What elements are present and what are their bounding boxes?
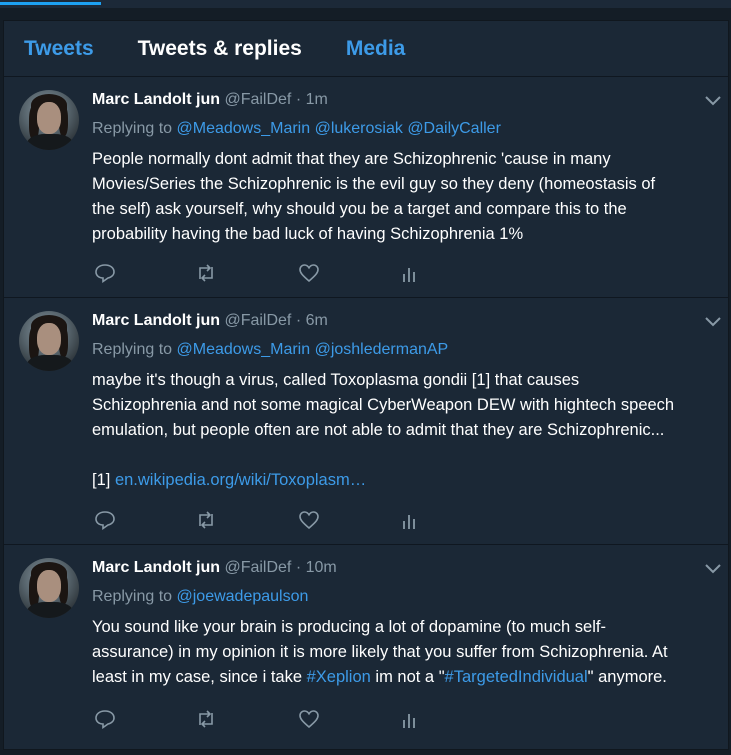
tweet-text: You sound like your brain is producing a… <box>92 615 714 690</box>
chevron-down-icon[interactable] <box>704 316 722 328</box>
analytics-icon[interactable] <box>398 709 420 729</box>
replying-to: Replying to @joewadepaulson <box>92 587 714 607</box>
tweet-text-line: People normally dont admit that they are… <box>92 150 611 168</box>
retweet-icon[interactable] <box>195 709 217 729</box>
tweet-text-line: You sound like your brain is producing a… <box>92 618 606 636</box>
replying-to-label: Replying to <box>92 588 173 605</box>
analytics-icon[interactable] <box>398 263 420 283</box>
avatar[interactable] <box>19 558 79 618</box>
replying-to-label: Replying to <box>92 341 173 358</box>
separator-dot: · <box>295 559 302 576</box>
tab-tweets[interactable]: Tweets <box>24 37 94 61</box>
tweet-text-line: assurance) in my opinion it is more like… <box>92 643 668 661</box>
separator-dot: · <box>295 312 302 329</box>
wikipedia-link[interactable]: en.wikipedia.org/wiki/Toxoplasm… <box>115 471 366 489</box>
tweet-timestamp[interactable]: 6m <box>306 312 328 329</box>
avatar[interactable] <box>19 90 79 150</box>
tweet-actions <box>92 263 422 283</box>
author-name[interactable]: Marc Landolt jun <box>92 91 220 108</box>
reply-icon[interactable] <box>94 709 116 729</box>
like-icon[interactable] <box>298 263 320 283</box>
tweet-text-line: Schizophrenia and not some magical Cyber… <box>92 396 675 414</box>
like-icon[interactable] <box>298 709 320 729</box>
active-nav-indicator <box>0 2 101 5</box>
hashtag-link[interactable]: #TargetedIndividual <box>445 668 588 686</box>
replying-to: Replying to @Meadows_Marin @lukerosiak @… <box>92 119 714 139</box>
mention-link[interactable]: @joewadepaulson <box>177 588 309 605</box>
replying-to-label: Replying to <box>92 120 173 137</box>
author-handle[interactable]: @FailDef <box>224 559 291 576</box>
tab-media[interactable]: Media <box>346 37 406 61</box>
tweet-text-line: emulation, but people often are not able… <box>92 421 665 439</box>
reply-icon[interactable] <box>94 510 116 530</box>
footnote-label: [1] <box>92 471 111 489</box>
retweet-icon[interactable] <box>195 263 217 283</box>
tweet-text: People normally dont admit that they are… <box>92 147 714 247</box>
text-fragment: " anymore. <box>587 668 667 686</box>
tweet-text-line: probability having the bad luck of havin… <box>92 225 524 243</box>
tweet-timestamp[interactable]: 10m <box>306 559 337 576</box>
tweet[interactable]: Marc Landolt jun @FailDef · 1m Replying … <box>4 77 728 298</box>
tweet-text-line: the self) ask yourself, why should you b… <box>92 200 627 218</box>
chevron-down-icon[interactable] <box>704 95 722 107</box>
like-icon[interactable] <box>298 510 320 530</box>
avatar[interactable] <box>19 311 79 371</box>
tweet-text-line: Movies/Series the Schizophrenic is the e… <box>92 175 656 193</box>
mention-link[interactable]: @Meadows_Marin <box>177 341 311 358</box>
profile-timeline-panel: Tweets Tweets & replies Media Marc Lando… <box>3 20 729 750</box>
tweet-timestamp[interactable]: 1m <box>306 91 328 108</box>
profile-tabs: Tweets Tweets & replies Media <box>4 21 728 77</box>
mention-link[interactable]: @lukerosiak <box>315 120 403 137</box>
top-nav-bar <box>0 0 731 8</box>
tweet-text-line: least in my case, since i take #Xeplion … <box>92 665 714 690</box>
author-handle[interactable]: @FailDef <box>224 91 291 108</box>
author-name[interactable]: Marc Landolt jun <box>92 312 220 329</box>
tweet-text: maybe it's though a virus, called Toxopl… <box>92 368 714 493</box>
mention-link[interactable]: @joshledermanAP <box>315 341 449 358</box>
tweet-actions <box>92 709 422 729</box>
tweet-actions <box>92 510 422 530</box>
tab-tweets-and-replies[interactable]: Tweets & replies <box>138 37 302 61</box>
mention-link[interactable]: @Meadows_Marin <box>177 120 311 137</box>
analytics-icon[interactable] <box>398 510 420 530</box>
footnote-line: [1] en.wikipedia.org/wiki/Toxoplasm… <box>92 468 714 493</box>
mention-link[interactable]: @DailyCaller <box>407 120 501 137</box>
chevron-down-icon[interactable] <box>704 563 722 575</box>
author-handle[interactable]: @FailDef <box>224 312 291 329</box>
replying-to: Replying to @Meadows_Marin @joshlederman… <box>92 340 714 360</box>
author-name[interactable]: Marc Landolt jun <box>92 559 220 576</box>
tweet[interactable]: Marc Landolt jun @FailDef · 10m Replying… <box>4 545 728 755</box>
retweet-icon[interactable] <box>195 510 217 530</box>
separator-dot: · <box>295 91 302 108</box>
hashtag-link[interactable]: #Xeplion <box>307 668 371 686</box>
text-fragment: im not a " <box>370 668 445 686</box>
text-fragment: least in my case, since i take <box>92 668 307 686</box>
tweet[interactable]: Marc Landolt jun @FailDef · 6m Replying … <box>4 298 728 545</box>
tweet-text-line: maybe it's though a virus, called Toxopl… <box>92 371 580 389</box>
reply-icon[interactable] <box>94 263 116 283</box>
